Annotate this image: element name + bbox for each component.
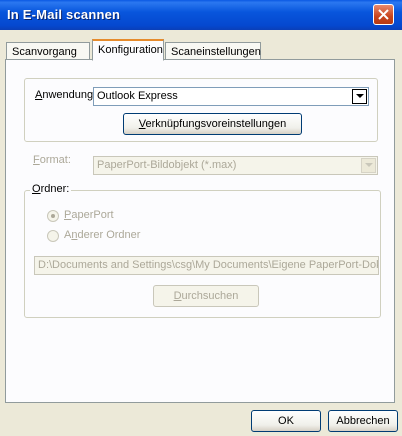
ok-button[interactable]: OK: [251, 410, 321, 432]
anwendung-label: Anwendung:: [35, 89, 97, 101]
anwendung-value: Outlook Express: [97, 90, 178, 102]
format-value: PaperPort-Bildobjekt (*.max): [97, 159, 237, 171]
window-title: In E-Mail scannen: [7, 7, 121, 22]
format-dropdown-button[interactable]: [361, 158, 376, 173]
chevron-down-icon: [365, 163, 373, 167]
title-bar: In E-Mail scannen: [0, 0, 402, 30]
verknuepfungsvoreinstellungen-button[interactable]: Verknüpfungsvoreinstellungen: [123, 113, 302, 135]
ordner-path-field[interactable]: D:\Documents and Settings\csg\My Documen…: [34, 256, 379, 275]
format-select[interactable]: PaperPort-Bildobjekt (*.max): [93, 156, 378, 175]
durchsuchen-button[interactable]: Durchsuchen: [153, 285, 259, 307]
chevron-down-icon: [356, 94, 364, 98]
close-icon: [378, 9, 389, 20]
cancel-button[interactable]: Abbrechen: [328, 410, 398, 432]
anwendung-dropdown-button[interactable]: [352, 89, 367, 104]
ordner-label: Ordner:: [30, 183, 72, 195]
radio-selected-dot: [51, 214, 55, 218]
format-label: Format:: [33, 154, 71, 166]
radio-paperport-label: PaperPort: [64, 209, 114, 221]
radio-paperport[interactable]: [47, 210, 59, 222]
anwendung-select[interactable]: Outlook Express: [93, 87, 369, 106]
tab-panel-konfiguration: Anwendung: Outlook Express Verknüpfungsv…: [5, 59, 395, 403]
close-button[interactable]: [373, 4, 394, 25]
radio-anderer-ordner-label: Anderer Ordner: [64, 229, 141, 241]
tab-konfiguration[interactable]: Konfiguration: [92, 39, 164, 61]
radio-anderer-ordner[interactable]: [47, 230, 59, 242]
